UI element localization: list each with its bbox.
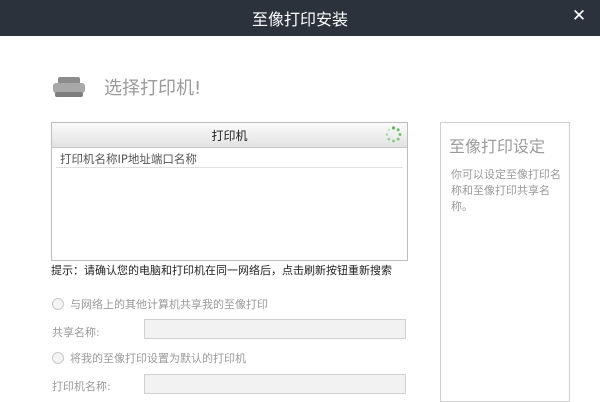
printer-list-header: 打印机: [52, 123, 407, 148]
printer-list-columns: 打印机名称IP地址端口名称: [56, 148, 403, 168]
printer-icon: [52, 75, 86, 99]
printer-list-panel: 打印机 打印机名称IP地址端口名称: [51, 122, 408, 261]
window-title: 至像打印安装: [251, 10, 348, 29]
printer-name-label: 打印机名称:: [52, 380, 111, 393]
default-printer-option[interactable]: 将我的至像打印设置为默认的打印机: [52, 350, 246, 366]
refresh-icon[interactable]: [385, 126, 402, 143]
window-titlebar: 至像打印安装 ✕: [0, 0, 600, 36]
share-option-label: 与网络上的其他计算机共享我的至像打印: [70, 298, 268, 311]
search-tip: 提示：请确认您的电脑和打印机在同一网络后，点击刷新按钮重新搜索: [51, 264, 392, 277]
close-icon[interactable]: ✕: [570, 7, 588, 25]
printer-name-input[interactable]: [144, 374, 406, 394]
share-name-label: 共享名称:: [52, 326, 100, 339]
page-heading: 选择打印机!: [104, 78, 202, 99]
side-panel-description: 你可以设定至像打印名称和至像打印共享名称。: [451, 168, 561, 213]
share-option[interactable]: 与网络上的其他计算机共享我的至像打印: [52, 296, 268, 312]
printer-list-title: 打印机: [211, 128, 248, 143]
side-panel-title: 至像打印设定: [449, 137, 546, 156]
share-name-input[interactable]: [144, 319, 406, 339]
share-radio[interactable]: [52, 298, 64, 310]
default-printer-label: 将我的至像打印设置为默认的打印机: [70, 352, 246, 365]
heading-row: 选择打印机!: [52, 72, 201, 102]
settings-side-panel: 至像打印设定 你可以设定至像打印名称和至像打印共享名称。: [440, 122, 570, 402]
default-printer-radio[interactable]: [52, 352, 64, 364]
